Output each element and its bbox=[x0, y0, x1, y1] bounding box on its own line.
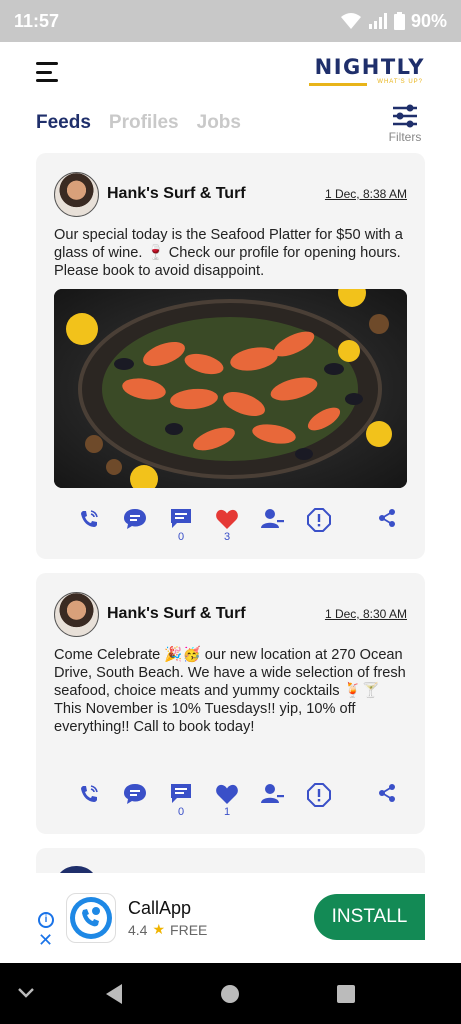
share-icon bbox=[379, 509, 395, 527]
post-date: 1 Dec, 8:30 AM bbox=[324, 607, 407, 621]
share-icon bbox=[379, 784, 395, 802]
post-actions: 0 1 bbox=[66, 783, 399, 818]
post-card: Hank's Surf & Turf 1 Dec, 8:38 AM Our sp… bbox=[36, 153, 425, 559]
signal-icon bbox=[368, 13, 387, 29]
app-header: NIGHTLY WHAT'S UP? bbox=[0, 42, 461, 102]
phone-icon bbox=[81, 510, 98, 527]
battery-icon bbox=[393, 12, 405, 30]
wifi-icon bbox=[340, 13, 361, 29]
post-date: 1 Dec, 8:38 AM bbox=[324, 187, 407, 201]
ad-app-name: CallApp bbox=[128, 898, 192, 918]
ad-price: FREE bbox=[170, 921, 208, 938]
comment-icon bbox=[171, 509, 191, 528]
recents-icon[interactable] bbox=[336, 984, 356, 1004]
sliders-icon bbox=[393, 104, 417, 128]
ad-banner: i ✕ CallApp 4.4 ★ FREE INSTALL bbox=[0, 873, 461, 963]
chat-bubble-icon bbox=[124, 509, 146, 529]
brand-tagline: WHAT'S UP? bbox=[377, 79, 423, 85]
comments-button[interactable]: 0 bbox=[158, 508, 204, 543]
tab-jobs[interactable]: Jobs bbox=[197, 112, 241, 134]
share-button[interactable] bbox=[375, 783, 399, 803]
add-user-icon bbox=[261, 784, 284, 803]
like-button[interactable]: 3 bbox=[204, 508, 250, 543]
star-icon: ★ bbox=[152, 921, 166, 937]
home-icon[interactable] bbox=[220, 984, 240, 1004]
author-name[interactable]: Hank's Surf & Turf bbox=[107, 185, 246, 203]
post-text: Come Celebrate 🎉🥳 our new location at 27… bbox=[54, 647, 406, 735]
tab-feeds[interactable]: Feeds bbox=[36, 112, 91, 134]
tab-profiles[interactable]: Profiles bbox=[109, 112, 179, 134]
post-image[interactable] bbox=[54, 289, 407, 488]
ad-close-icon[interactable]: ✕ bbox=[38, 931, 53, 949]
feed-tabs: Feeds Profiles Jobs bbox=[36, 112, 241, 134]
comments-button[interactable]: 0 bbox=[158, 783, 204, 818]
filters-label: Filters bbox=[388, 130, 422, 144]
seafood-platter-image bbox=[54, 289, 407, 488]
hamburger-menu-icon[interactable] bbox=[36, 62, 60, 82]
call-button[interactable] bbox=[66, 783, 112, 805]
filters-button[interactable]: Filters bbox=[385, 104, 425, 144]
install-button[interactable]: INSTALL bbox=[314, 894, 425, 940]
brand-name: NIGHTLY bbox=[314, 55, 425, 79]
report-button[interactable] bbox=[296, 508, 342, 532]
post-text: Our special today is the Seafood Platter… bbox=[54, 227, 403, 279]
call-button[interactable] bbox=[66, 508, 112, 530]
author-avatar[interactable] bbox=[54, 591, 99, 637]
heart-icon bbox=[216, 784, 238, 804]
like-count: 3 bbox=[223, 531, 231, 543]
share-button[interactable] bbox=[375, 508, 399, 528]
add-user-icon bbox=[261, 509, 284, 528]
back-icon[interactable] bbox=[104, 983, 124, 1005]
alert-icon bbox=[307, 508, 331, 532]
follow-button[interactable] bbox=[250, 783, 296, 805]
ad-app-icon[interactable] bbox=[66, 893, 116, 943]
alert-icon bbox=[307, 783, 331, 807]
heart-icon bbox=[216, 509, 238, 529]
battery-level: 90% bbox=[410, 10, 447, 31]
callapp-logo-icon bbox=[70, 897, 112, 939]
status-bar: 11:57 90% bbox=[0, 0, 461, 42]
message-button[interactable] bbox=[112, 508, 158, 530]
ad-rating: 4.4 ★ FREE bbox=[128, 921, 207, 938]
post-actions: 0 3 bbox=[66, 508, 399, 543]
ad-rating-value: 4.4 bbox=[128, 921, 148, 938]
follow-button[interactable] bbox=[250, 508, 296, 530]
comment-count: 0 bbox=[177, 806, 185, 818]
message-button[interactable] bbox=[112, 783, 158, 805]
comment-count: 0 bbox=[177, 531, 185, 543]
author-avatar[interactable] bbox=[54, 171, 99, 217]
like-count: 1 bbox=[223, 806, 231, 818]
brand-logo: NIGHTLY WHAT'S UP? bbox=[309, 56, 425, 88]
system-navigation-bar bbox=[0, 963, 461, 1024]
chevron-down-icon[interactable] bbox=[17, 986, 35, 1000]
ad-info-icon[interactable]: i bbox=[38, 912, 54, 928]
status-time: 11:57 bbox=[14, 10, 60, 31]
comment-icon bbox=[171, 784, 191, 803]
chat-bubble-icon bbox=[124, 784, 146, 804]
post-card: Hank's Surf & Turf 1 Dec, 8:30 AM Come C… bbox=[36, 573, 425, 834]
report-button[interactable] bbox=[296, 783, 342, 807]
phone-icon bbox=[81, 785, 98, 802]
like-button[interactable]: 1 bbox=[204, 783, 250, 818]
author-name[interactable]: Hank's Surf & Turf bbox=[107, 605, 246, 623]
